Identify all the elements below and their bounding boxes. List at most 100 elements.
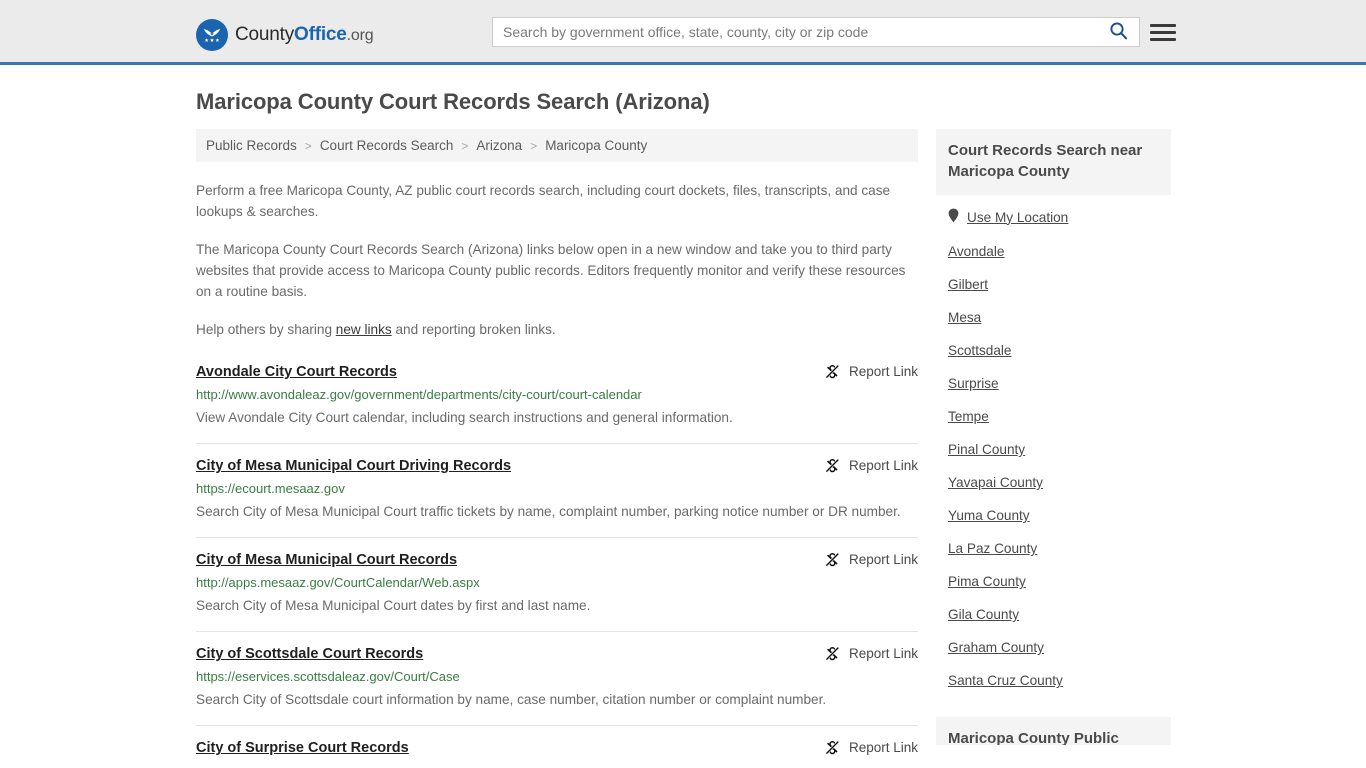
breadcrumb-separator: > bbox=[304, 138, 312, 153]
result-url: https://eservices.scottsdaleaz.gov/Court… bbox=[196, 669, 460, 684]
sidebar-link-gila-county[interactable]: Gila County bbox=[948, 598, 1159, 631]
results-list: Avondale City Court Records Report Link … bbox=[196, 362, 918, 768]
broken-link-icon bbox=[824, 645, 841, 662]
page-container: Maricopa County Court Records Search (Ar… bbox=[0, 89, 1366, 768]
sidebar-link-avondale[interactable]: Avondale bbox=[948, 235, 1159, 268]
sidebar-link-gilbert[interactable]: Gilbert bbox=[948, 268, 1159, 301]
sidebar-link-label: Pinal County bbox=[948, 442, 1026, 457]
broken-link-icon bbox=[824, 551, 841, 568]
use-my-location-link[interactable]: Use My Location bbox=[948, 199, 1159, 235]
sidebar-link-label: Avondale bbox=[948, 244, 1005, 259]
result-title-link[interactable]: City of Mesa Municipal Court Records bbox=[196, 550, 457, 570]
breadcrumb-item-court-records-search[interactable]: Court Records Search bbox=[320, 138, 454, 153]
report-link-button[interactable]: Report Link bbox=[824, 456, 918, 474]
result-url: https://ecourt.mesaaz.gov bbox=[196, 481, 345, 496]
sidebar-link-label: Yuma County bbox=[948, 508, 1030, 523]
use-my-location-label: Use My Location bbox=[967, 209, 1069, 225]
site-header: CountyOffice.org bbox=[0, 0, 1366, 65]
result-item: City of Scottsdale Court Records Report … bbox=[196, 644, 918, 726]
page-title: Maricopa County Court Records Search (Ar… bbox=[196, 89, 710, 114]
sidebar-link-pima-county[interactable]: Pima County bbox=[948, 565, 1159, 598]
nearby-search-card-body: Use My Location Avondale Gilbert Mesa Sc… bbox=[936, 195, 1171, 697]
result-item: City of Mesa Municipal Court Driving Rec… bbox=[196, 456, 918, 538]
sidebar-link-label: Surprise bbox=[948, 376, 999, 391]
intro-paragraph-3: Help others by sharing new links and rep… bbox=[196, 319, 918, 340]
sidebar-link-scottsdale[interactable]: Scottsdale bbox=[948, 334, 1159, 367]
result-description: Search City of Scottsdale court informat… bbox=[196, 692, 827, 707]
intro-paragraph-1: Perform a free Maricopa County, AZ publi… bbox=[196, 183, 891, 219]
result-url: http://apps.mesaaz.gov/CourtCalendar/Web… bbox=[196, 575, 480, 590]
report-link-label: Report Link bbox=[848, 740, 918, 755]
sidebar-link-label: Mesa bbox=[948, 310, 982, 325]
result-title-link[interactable]: Avondale City Court Records bbox=[196, 362, 397, 382]
result-title-link[interactable]: City of Mesa Municipal Court Driving Rec… bbox=[196, 456, 511, 476]
result-header: Avondale City Court Records Report Link bbox=[196, 362, 918, 382]
hamburger-menu-icon-bar bbox=[1150, 30, 1176, 34]
report-link-button[interactable]: Report Link bbox=[824, 644, 918, 662]
sidebar-link-tempe[interactable]: Tempe bbox=[948, 400, 1159, 433]
site-logo[interactable]: CountyOffice.org bbox=[196, 19, 374, 51]
intro-text-after-link: and reporting broken links. bbox=[391, 322, 556, 337]
result-description: Search City of Mesa Municipal Court traf… bbox=[196, 504, 901, 519]
search-bar bbox=[492, 17, 1140, 47]
sidebar-link-surprise[interactable]: Surprise bbox=[948, 367, 1159, 400]
brand-part-county: County bbox=[235, 24, 295, 45]
result-title-link[interactable]: City of Scottsdale Court Records bbox=[196, 644, 423, 664]
report-link-label: Report Link bbox=[848, 364, 918, 379]
report-link-button[interactable]: Report Link bbox=[824, 362, 918, 380]
result-header: City of Surprise Court Records Report Li… bbox=[196, 738, 918, 758]
public-records-card-heading: Maricopa County Public bbox=[936, 717, 1171, 745]
sidebar-link-label: Graham County bbox=[948, 640, 1044, 655]
result-description: Search City of Mesa Municipal Court date… bbox=[196, 598, 591, 613]
eagle-seal-logo-icon bbox=[196, 19, 228, 51]
breadcrumb-item-maricopa-county: Maricopa County bbox=[545, 138, 648, 153]
broken-link-icon bbox=[824, 363, 841, 380]
new-links-link[interactable]: new links bbox=[336, 322, 392, 337]
sidebar-link-yuma-county[interactable]: Yuma County bbox=[948, 499, 1159, 532]
sidebar: Court Records Search near Maricopa Count… bbox=[936, 129, 1171, 765]
sidebar-link-label: Gila County bbox=[948, 607, 1020, 622]
result-header: City of Scottsdale Court Records Report … bbox=[196, 644, 918, 664]
public-records-card: Maricopa County Public bbox=[936, 717, 1171, 745]
result-description: View Avondale City Court calendar, inclu… bbox=[196, 410, 733, 425]
broken-link-icon bbox=[824, 457, 841, 474]
sidebar-link-label: Yavapai County bbox=[948, 475, 1043, 490]
intro-text: Perform a free Maricopa County, AZ publi… bbox=[196, 180, 918, 340]
intro-paragraph-2: The Maricopa County Court Records Search… bbox=[196, 242, 906, 299]
search-button[interactable] bbox=[1097, 18, 1139, 46]
report-link-label: Report Link bbox=[848, 552, 918, 567]
result-item: City of Surprise Court Records Report Li… bbox=[196, 738, 918, 768]
result-title-link[interactable]: City of Surprise Court Records bbox=[196, 738, 409, 758]
breadcrumb-item-public-records[interactable]: Public Records bbox=[206, 138, 297, 153]
breadcrumb-separator: > bbox=[461, 138, 469, 153]
sidebar-link-la-paz-county[interactable]: La Paz County bbox=[948, 532, 1159, 565]
result-item: Avondale City Court Records Report Link … bbox=[196, 362, 918, 444]
hamburger-menu-button[interactable] bbox=[1150, 19, 1176, 45]
sidebar-link-label: La Paz County bbox=[948, 541, 1038, 556]
sidebar-link-graham-county[interactable]: Graham County bbox=[948, 631, 1159, 664]
report-link-button[interactable]: Report Link bbox=[824, 738, 918, 756]
sidebar-link-yavapai-county[interactable]: Yavapai County bbox=[948, 466, 1159, 499]
nearby-search-card-heading: Court Records Search near Maricopa Count… bbox=[936, 129, 1171, 195]
broken-link-icon bbox=[824, 739, 841, 756]
sidebar-link-label: Tempe bbox=[948, 409, 989, 424]
intro-text-before-link: Help others by sharing bbox=[196, 322, 336, 337]
sidebar-link-label: Scottsdale bbox=[948, 343, 1012, 358]
breadcrumb: Public Records > Court Records Search > … bbox=[196, 129, 918, 162]
breadcrumb-item-arizona[interactable]: Arizona bbox=[476, 138, 522, 153]
sidebar-link-mesa[interactable]: Mesa bbox=[948, 301, 1159, 334]
brand-part-office: Office bbox=[294, 24, 347, 45]
search-icon bbox=[1109, 21, 1128, 43]
brand-wordmark: CountyOffice.org bbox=[235, 24, 374, 46]
report-link-label: Report Link bbox=[848, 646, 918, 661]
report-link-label: Report Link bbox=[848, 458, 918, 473]
hamburger-menu-icon bbox=[1150, 23, 1176, 27]
search-input[interactable] bbox=[493, 18, 1097, 46]
content-columns: Public Records > Court Records Search > … bbox=[196, 129, 1171, 768]
hamburger-menu-icon-bar bbox=[1150, 37, 1176, 41]
main-content: Public Records > Court Records Search > … bbox=[196, 129, 918, 768]
nearby-search-card: Court Records Search near Maricopa Count… bbox=[936, 129, 1171, 697]
sidebar-link-santa-cruz-county[interactable]: Santa Cruz County bbox=[948, 664, 1159, 697]
report-link-button[interactable]: Report Link bbox=[824, 550, 918, 568]
sidebar-link-pinal-county[interactable]: Pinal County bbox=[948, 433, 1159, 466]
